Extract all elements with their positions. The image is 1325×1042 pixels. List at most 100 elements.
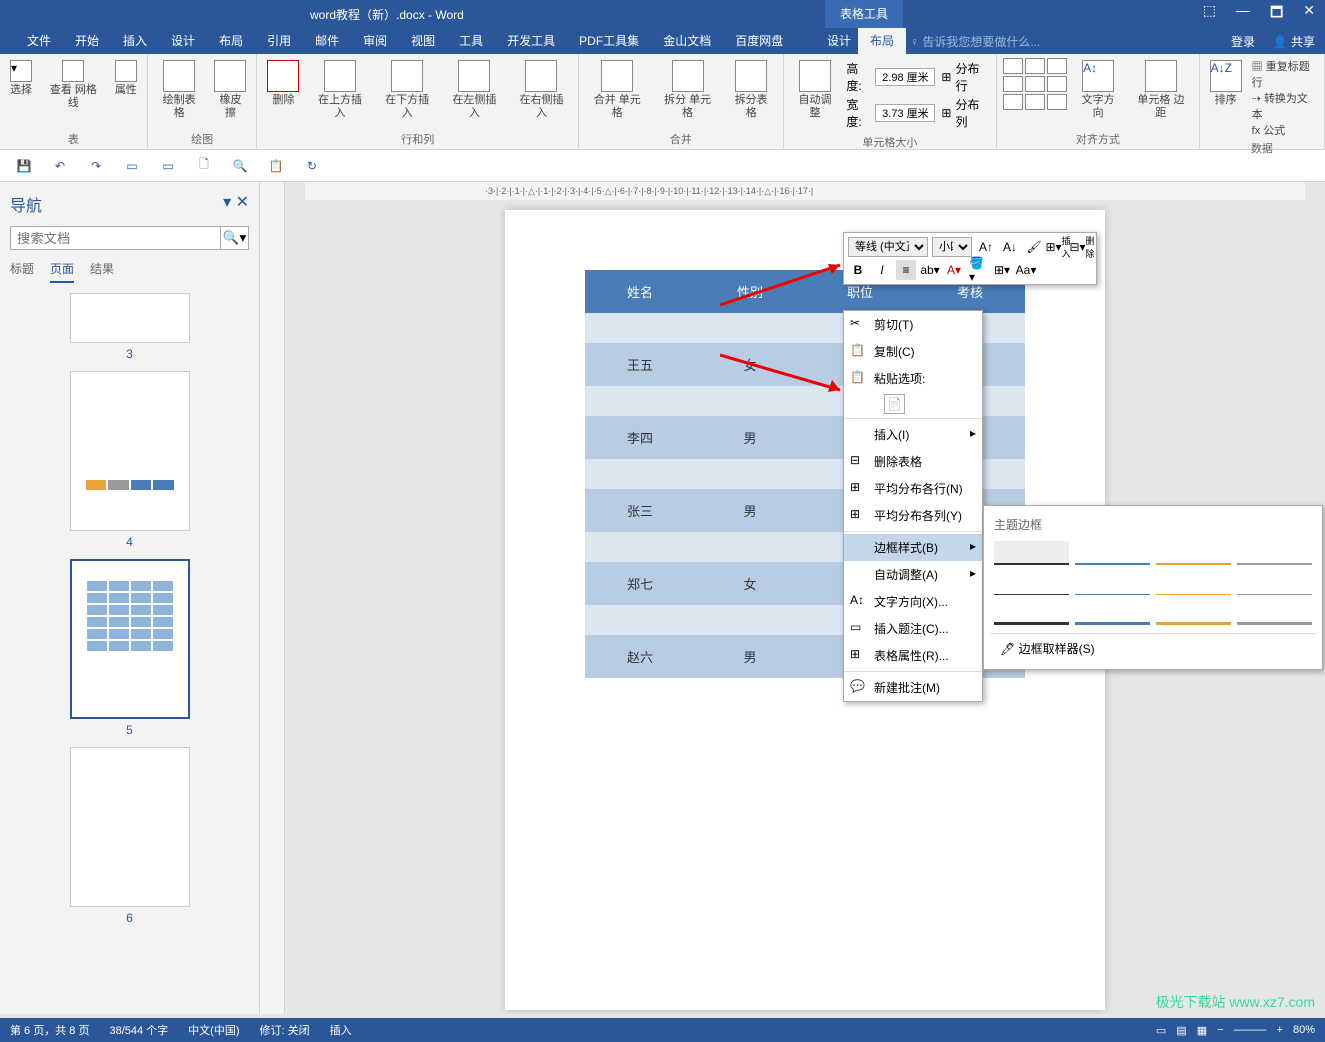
select-button[interactable]: ▾选择	[6, 58, 36, 99]
increase-font-icon[interactable]: A↑	[976, 237, 996, 257]
maximize-icon[interactable]: 🗖	[1270, 2, 1283, 26]
zoom-out-icon[interactable]: −	[1217, 1024, 1223, 1036]
tab-table-layout[interactable]: 布局	[858, 28, 906, 54]
qat-icon-6[interactable]: ↻	[303, 157, 321, 175]
ctx-table-props[interactable]: ⊞表格属性(R)...	[844, 642, 982, 669]
share-button[interactable]: 👤 共享	[1273, 33, 1315, 50]
alignment-grid[interactable]	[1003, 58, 1067, 110]
insert-right-button[interactable]: 在右侧插入	[511, 58, 572, 122]
border-style-option[interactable]	[994, 601, 1069, 625]
ctx-dist-rows[interactable]: ⊞平均分布各行(N)	[844, 475, 982, 502]
formula-button[interactable]: fx 公式	[1252, 122, 1318, 138]
font-size-select[interactable]: 小四	[932, 237, 972, 257]
format-painter-icon[interactable]: 🖌	[1024, 237, 1044, 257]
page-indicator[interactable]: 第 6 页，共 8 页	[10, 1022, 89, 1038]
search-input[interactable]	[10, 226, 221, 250]
tab-home[interactable]: 开始	[63, 28, 111, 54]
insert-mode[interactable]: 插入	[330, 1022, 352, 1038]
redo-icon[interactable]: ↷	[87, 157, 105, 175]
view-mode-icon[interactable]: ▦	[1197, 1024, 1207, 1037]
language-indicator[interactable]: 中文(中国)	[188, 1022, 239, 1038]
tab-pdf[interactable]: PDF工具集	[567, 28, 651, 54]
undo-icon[interactable]: ↶	[51, 157, 69, 175]
width-input[interactable]	[875, 104, 935, 122]
ribbon-options-icon[interactable]: ⬚	[1203, 2, 1216, 26]
qat-icon-1[interactable]: ▭	[123, 157, 141, 175]
border-style-option[interactable]	[1075, 541, 1150, 565]
close-icon[interactable]: ✕	[1303, 2, 1315, 26]
qat-icon-2[interactable]: ▭	[159, 157, 177, 175]
tab-tools[interactable]: 工具	[447, 28, 495, 54]
tab-baidu[interactable]: 百度网盘	[723, 28, 795, 54]
track-changes[interactable]: 修订: 关闭	[260, 1022, 310, 1038]
convert-text-button[interactable]: ⇢ 转换为文本	[1252, 90, 1318, 122]
login-link[interactable]: 登录	[1231, 33, 1255, 50]
ctx-paste-option[interactable]: 📄	[844, 392, 982, 416]
height-input[interactable]	[875, 68, 935, 86]
styles-icon[interactable]: Aa▾	[1016, 260, 1036, 280]
minimize-icon[interactable]: —	[1236, 2, 1250, 26]
ctx-copy[interactable]: 📋复制(C)	[844, 338, 982, 365]
border-style-option[interactable]	[1237, 601, 1312, 625]
thumbnail-page-3[interactable]	[70, 293, 190, 343]
text-direction-button[interactable]: A↕文字方向	[1073, 58, 1123, 122]
delete-button[interactable]: 删除	[263, 58, 303, 109]
qat-icon-4[interactable]: 🔍	[231, 157, 249, 175]
border-style-option[interactable]	[1156, 601, 1231, 625]
distribute-cols-button[interactable]: ⊞ 分布列	[941, 96, 990, 130]
nav-tab-pages[interactable]: 页面	[50, 260, 74, 283]
nav-tab-results[interactable]: 结果	[90, 260, 114, 283]
qat-icon-3[interactable]: 🗋	[195, 157, 213, 175]
draw-table-button[interactable]: 绘制表格	[154, 58, 205, 122]
tab-review[interactable]: 审阅	[351, 28, 399, 54]
eraser-button[interactable]: 橡皮擦	[210, 58, 250, 122]
font-select[interactable]: 等线 (中文正	[848, 237, 928, 257]
border-sampler[interactable]: 🖊 边框取样器(S)	[990, 633, 1316, 663]
border-style-option[interactable]	[1237, 571, 1312, 595]
tab-file[interactable]: 文件	[15, 28, 63, 54]
shading-icon[interactable]: 🪣▾	[968, 260, 988, 280]
view-mode-icon[interactable]: ▤	[1176, 1024, 1186, 1037]
border-style-option[interactable]	[994, 571, 1069, 595]
tab-layout[interactable]: 布局	[207, 28, 255, 54]
qat-icon-5[interactable]: 📋	[267, 157, 285, 175]
ctx-insert[interactable]: 插入(I)▸	[844, 421, 982, 448]
delete-button[interactable]: ⊟▾删除	[1072, 237, 1092, 257]
bold-icon[interactable]: B	[848, 260, 868, 280]
border-style-option[interactable]	[1156, 571, 1231, 595]
ctx-cut[interactable]: ✂剪切(T)	[844, 311, 982, 338]
borders-icon[interactable]: ⊞▾	[992, 260, 1012, 280]
repeat-header-button[interactable]: ▦ 重复标题行	[1252, 58, 1318, 90]
border-style-option[interactable]	[1237, 541, 1312, 565]
view-mode-icon[interactable]: ▭	[1156, 1024, 1166, 1037]
cell-margins-button[interactable]: 单元格 边距	[1129, 58, 1192, 122]
italic-icon[interactable]: I	[872, 260, 892, 280]
properties-button[interactable]: 属性	[111, 58, 141, 99]
ctx-new-comment[interactable]: 💬新建批注(M)	[844, 674, 982, 701]
ctx-caption[interactable]: ▭插入题注(C)...	[844, 615, 982, 642]
tab-developer[interactable]: 开发工具	[495, 28, 567, 54]
search-button[interactable]: 🔍▾	[221, 226, 249, 250]
tab-references[interactable]: 引用	[255, 28, 303, 54]
border-style-option[interactable]	[1075, 601, 1150, 625]
border-style-option[interactable]	[1156, 541, 1231, 565]
split-table-button[interactable]: 拆分表格	[726, 58, 777, 122]
font-color-icon[interactable]: A▾	[944, 260, 964, 280]
view-gridlines-button[interactable]: 查看 网格线	[42, 58, 105, 112]
tab-mailings[interactable]: 邮件	[303, 28, 351, 54]
insert-below-button[interactable]: 在下方插入	[377, 58, 438, 122]
tab-view[interactable]: 视图	[399, 28, 447, 54]
ctx-text-direction[interactable]: A↕文字方向(X)...	[844, 588, 982, 615]
merge-cells-button[interactable]: 合并 单元格	[585, 58, 649, 122]
thumbnail-page-4[interactable]	[70, 371, 190, 531]
ctx-delete-table[interactable]: ⊟删除表格	[844, 448, 982, 475]
ctx-autofit[interactable]: 自动调整(A)▸	[844, 561, 982, 588]
ctx-dist-cols[interactable]: ⊞平均分布各列(Y)	[844, 502, 982, 529]
distribute-rows-button[interactable]: ⊞ 分布行	[941, 60, 990, 94]
sort-button[interactable]: A↓Z排序	[1206, 58, 1246, 109]
insert-left-button[interactable]: 在左侧插入	[444, 58, 505, 122]
autofit-button[interactable]: 自动调整	[790, 58, 841, 122]
decrease-font-icon[interactable]: A↓	[1000, 237, 1020, 257]
border-style-option[interactable]	[994, 541, 1069, 565]
zoom-level[interactable]: 80%	[1293, 1024, 1315, 1036]
